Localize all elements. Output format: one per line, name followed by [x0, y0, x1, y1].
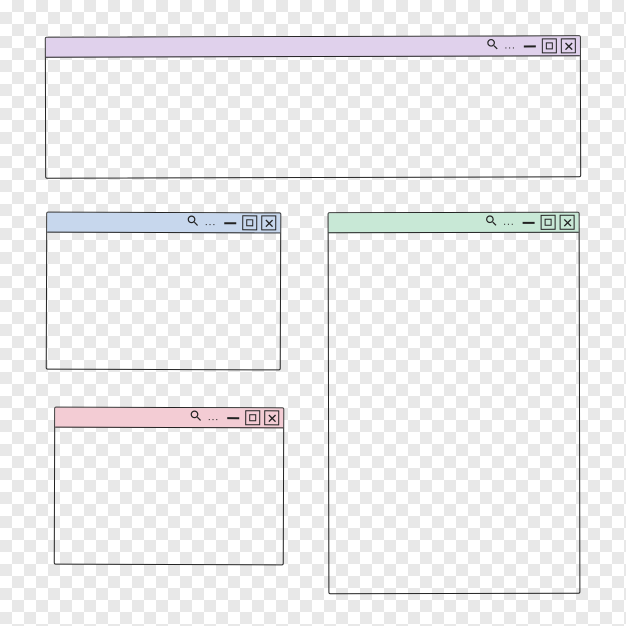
close-icon	[563, 41, 573, 51]
window-blue: ...	[46, 212, 282, 371]
maximize-icon	[545, 219, 552, 226]
window-purple: ...	[45, 35, 581, 178]
close-icon	[267, 413, 277, 423]
maximize-button[interactable]	[542, 38, 557, 53]
close-icon	[562, 217, 572, 227]
minimize-icon[interactable]	[524, 45, 536, 47]
window-pink: ...	[54, 407, 284, 566]
titlebar-controls: ...	[186, 214, 276, 232]
minimize-icon[interactable]	[224, 222, 236, 224]
close-button[interactable]	[560, 215, 575, 230]
titlebar[interactable]: ...	[329, 213, 579, 234]
maximize-button[interactable]	[242, 215, 257, 230]
maximize-button[interactable]	[541, 215, 556, 230]
titlebar[interactable]: ...	[47, 213, 280, 234]
minimize-icon[interactable]	[523, 221, 535, 223]
menu-ellipsis[interactable]: ...	[208, 413, 219, 423]
menu-ellipsis[interactable]: ...	[504, 41, 515, 51]
menu-ellipsis[interactable]: ...	[503, 217, 514, 227]
search-icon[interactable]	[189, 409, 202, 427]
maximize-icon	[546, 42, 553, 49]
close-button[interactable]	[264, 410, 279, 425]
menu-ellipsis[interactable]: ...	[205, 218, 216, 228]
maximize-icon	[246, 219, 253, 226]
close-button[interactable]	[261, 215, 276, 230]
maximize-icon	[249, 414, 256, 421]
window-green: ...	[328, 212, 581, 595]
titlebar[interactable]: ...	[55, 408, 283, 429]
titlebar-controls: ...	[484, 213, 574, 231]
search-icon[interactable]	[485, 37, 498, 55]
search-icon[interactable]	[186, 214, 199, 232]
minimize-icon[interactable]	[227, 417, 239, 419]
titlebar-controls: ...	[485, 37, 575, 55]
titlebar-controls: ...	[189, 409, 279, 427]
maximize-button[interactable]	[245, 410, 260, 425]
close-icon	[264, 218, 274, 228]
titlebar[interactable]: ...	[46, 36, 580, 57]
search-icon[interactable]	[484, 213, 497, 231]
close-button[interactable]	[561, 38, 576, 53]
